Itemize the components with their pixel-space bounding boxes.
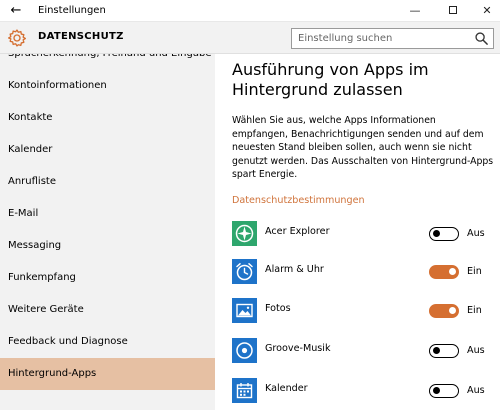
- toggle-knob: [449, 268, 456, 275]
- app-name: Fotos: [265, 303, 291, 314]
- groove-music-icon: [232, 338, 257, 363]
- toggle-state-label: Ein: [467, 266, 482, 277]
- toggle-knob: [449, 307, 456, 314]
- toggle-state-label: Aus: [467, 345, 485, 356]
- gear-icon: [7, 29, 27, 47]
- toggle-knob: [433, 230, 440, 237]
- page-header: DATENSCHUTZ: [0, 22, 500, 54]
- close-button[interactable]: ✕: [470, 0, 500, 22]
- background-toggle[interactable]: [429, 265, 459, 279]
- sidebar-item-feedback[interactable]: Feedback und Diagnose: [0, 326, 215, 358]
- sidebar-item-messaging[interactable]: Messaging: [0, 230, 215, 262]
- app-name: Alarm & Uhr: [265, 264, 324, 275]
- main-content: Ausführung von Apps im Hintergrund zulas…: [215, 54, 500, 410]
- app-row: Acer Explorer Aus: [232, 221, 500, 251]
- window-title: Einstellungen: [38, 5, 106, 16]
- sidebar-item-other-devices[interactable]: Weitere Geräte: [0, 294, 215, 326]
- title-bar: ← Einstellungen — ✕: [0, 0, 500, 22]
- background-toggle[interactable]: [429, 344, 459, 358]
- sidebar: Spracherkennung, Freihand und Eingabe Ko…: [0, 54, 215, 410]
- calendar-icon: [232, 378, 257, 403]
- sidebar-item-contacts[interactable]: Kontakte: [0, 102, 215, 134]
- toggle-state-label: Ein: [467, 305, 482, 316]
- maximize-button[interactable]: [436, 0, 470, 22]
- maximize-icon: [449, 6, 457, 14]
- app-name: Groove-Musik: [265, 343, 331, 354]
- search-box[interactable]: [291, 28, 494, 49]
- section-description: Wählen Sie aus, welche Apps Informatione…: [232, 115, 494, 180]
- toggle-state-label: Aus: [467, 385, 485, 396]
- background-toggle[interactable]: [429, 384, 459, 398]
- section-heading: Ausführung von Apps im Hintergrund zulas…: [232, 60, 429, 99]
- app-name: Kalender: [265, 383, 308, 394]
- search-icon[interactable]: [474, 31, 489, 46]
- page-title: DATENSCHUTZ: [38, 31, 124, 42]
- sidebar-item-radios[interactable]: Funkempfang: [0, 262, 215, 294]
- app-row: Fotos Ein: [232, 298, 500, 328]
- sidebar-item-email[interactable]: E-Mail: [0, 198, 215, 230]
- toggle-knob: [433, 347, 440, 354]
- app-row: Alarm & Uhr Ein: [232, 259, 500, 289]
- alarm-clock-icon: [232, 259, 257, 284]
- app-row: Groove-Musik Aus: [232, 338, 500, 368]
- sidebar-item-background-apps[interactable]: Hintergrund-Apps: [0, 358, 215, 390]
- sidebar-item-calendar[interactable]: Kalender: [0, 134, 215, 166]
- sidebar-item-call-history[interactable]: Anrufliste: [0, 166, 215, 198]
- toggle-knob: [433, 387, 440, 394]
- acer-explorer-icon: [232, 221, 257, 246]
- minimize-button[interactable]: —: [398, 0, 432, 22]
- back-arrow-icon[interactable]: ←: [6, 2, 26, 20]
- photos-icon: [232, 298, 257, 323]
- sidebar-item-speech[interactable]: Spracherkennung, Freihand und Eingabe: [0, 54, 215, 70]
- search-input[interactable]: [298, 31, 468, 46]
- background-toggle[interactable]: [429, 227, 459, 241]
- background-toggle[interactable]: [429, 304, 459, 318]
- sidebar-item-account-info[interactable]: Kontoinformationen: [0, 70, 215, 102]
- privacy-statement-link[interactable]: Datenschutzbestimmungen: [232, 195, 365, 206]
- app-row: Kalender Aus: [232, 378, 500, 408]
- app-name: Acer Explorer: [265, 226, 330, 237]
- toggle-state-label: Aus: [467, 228, 485, 239]
